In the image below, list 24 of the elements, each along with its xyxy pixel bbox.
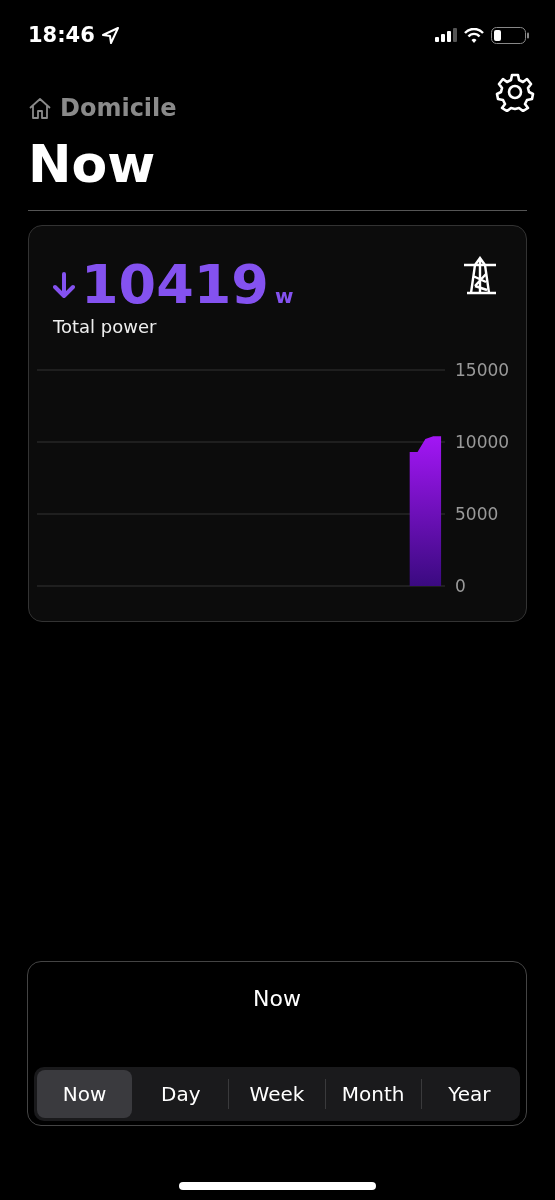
- period-tab[interactable]: Month: [325, 1070, 421, 1118]
- home-icon: [28, 96, 52, 120]
- wifi-icon: [464, 27, 484, 43]
- power-pylon-icon: [462, 256, 498, 296]
- axis-label: 5000: [455, 504, 499, 524]
- panel-title: Now: [253, 986, 301, 1011]
- settings-icon[interactable]: [495, 72, 535, 112]
- period-tab[interactable]: Day: [133, 1070, 229, 1118]
- axis-label: 10000: [455, 432, 510, 452]
- page-title: Now: [28, 133, 157, 196]
- signal-icon: [435, 28, 457, 42]
- arrow-down-icon: [53, 272, 75, 300]
- axis-label: 15000: [455, 360, 510, 380]
- status-time: 18:46: [28, 23, 95, 47]
- location-icon: [100, 25, 120, 45]
- breadcrumb-link[interactable]: Domicile: [60, 94, 177, 122]
- power-value: 10419: [81, 256, 269, 314]
- period-tab[interactable]: Week: [229, 1070, 325, 1118]
- power-label: Total power: [53, 316, 158, 337]
- axis-label: 0: [455, 576, 466, 596]
- battery-icon: [491, 26, 529, 44]
- power-unit: w: [274, 284, 294, 308]
- period-tab[interactable]: Year: [421, 1070, 517, 1118]
- period-tab[interactable]: Now: [37, 1070, 133, 1118]
